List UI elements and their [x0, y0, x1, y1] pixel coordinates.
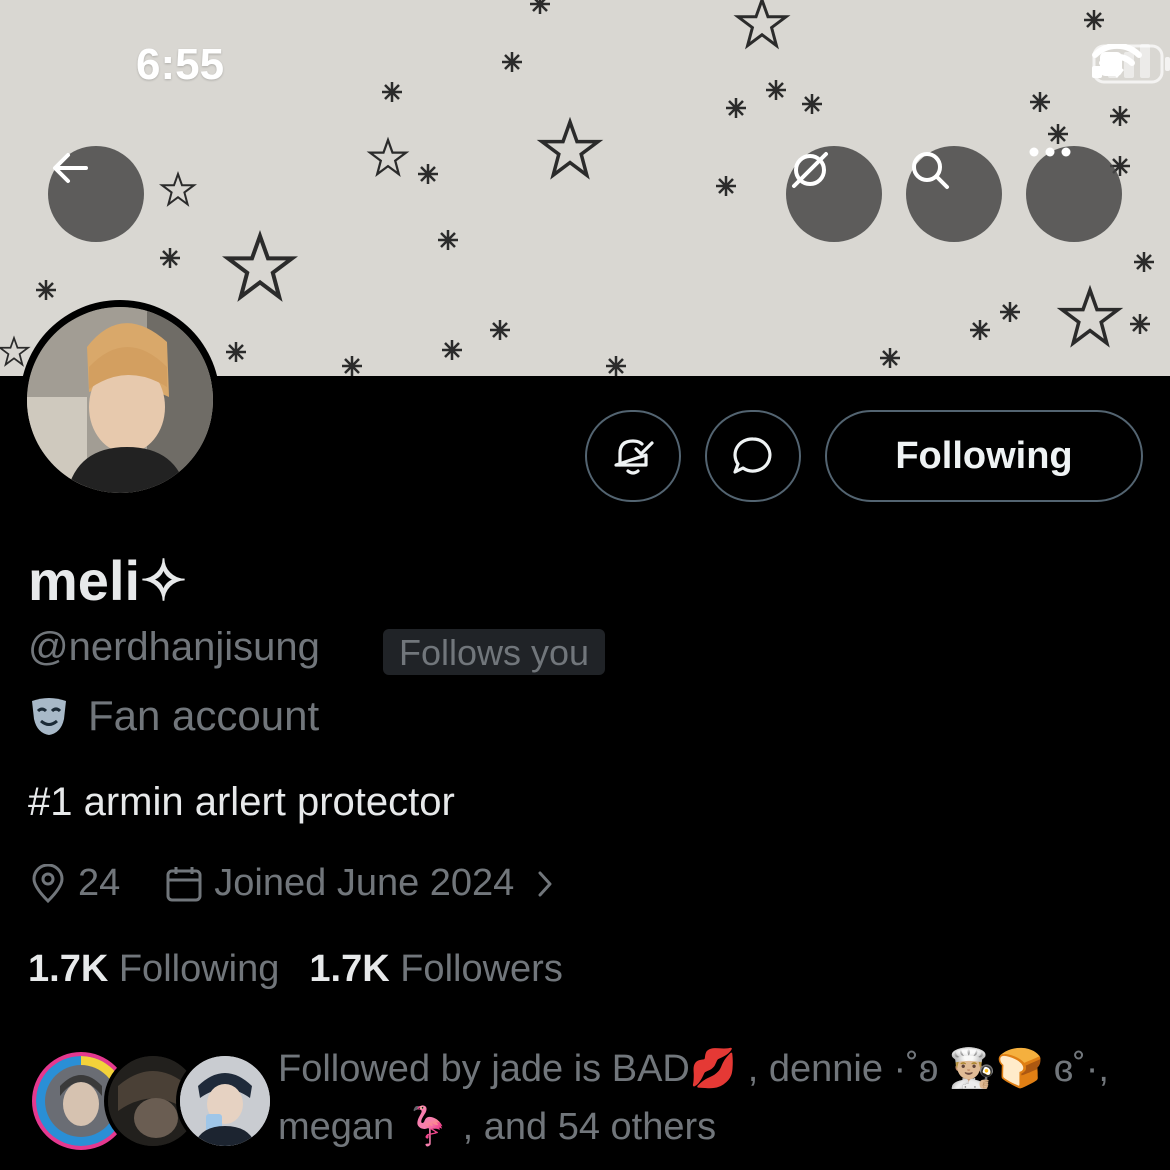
- following-label: Following: [118, 948, 280, 990]
- profile-category: Fan account: [28, 692, 319, 740]
- location-item: 24: [28, 862, 120, 905]
- avatar-photo: [27, 307, 213, 493]
- bell-check-icon: [614, 439, 654, 475]
- location-pin-icon: [32, 863, 64, 903]
- profile-handle: @nerdhanjisung: [28, 625, 320, 669]
- following-count-link[interactable]: 1.7K Following: [28, 948, 279, 991]
- followed-by-avatars[interactable]: [32, 1052, 274, 1150]
- followers-label: Followers: [400, 948, 563, 990]
- status-bar-time: 6:55: [136, 40, 225, 89]
- back-arrow-icon: [53, 153, 88, 183]
- follower-avatar-3: [176, 1052, 274, 1150]
- profile-meta: 24 Joined June 2024: [28, 862, 558, 905]
- notifications-button[interactable]: [585, 410, 681, 502]
- search-icon: [912, 152, 949, 189]
- grok-icon: [792, 152, 828, 188]
- location-text: 24: [78, 862, 121, 904]
- more-button[interactable]: [1026, 146, 1122, 242]
- back-button[interactable]: [48, 146, 144, 242]
- followed-by-line-1: Followed by jade is BAD💋 , dennie ·˚ʚ 👨🏼…: [278, 1048, 1109, 1090]
- chevron-right-icon: [538, 871, 552, 896]
- search-button[interactable]: [906, 146, 1002, 242]
- joined-text: Joined June 2024: [214, 862, 515, 904]
- theater-mask-icon: [32, 698, 66, 735]
- grok-button[interactable]: [786, 146, 882, 242]
- profile-bio: #1 armin arlert protector: [28, 780, 455, 824]
- more-icon: [1029, 147, 1071, 157]
- follows-you-badge: Follows you: [383, 629, 606, 675]
- followers-count-link[interactable]: 1.7K Followers: [309, 948, 562, 991]
- message-button[interactable]: [705, 410, 801, 502]
- battery-icon: [1092, 44, 1170, 84]
- followed-by-line-2: megan 🦩 , and 54 others: [278, 1106, 717, 1148]
- followed-by-text[interactable]: Followed by jade is BAD💋 , dennie ·˚ʚ 👨🏼…: [278, 1040, 1158, 1156]
- following-button[interactable]: Following: [825, 410, 1143, 502]
- following-count: 1.7K: [28, 948, 109, 990]
- joined-date-item[interactable]: Joined June 2024: [164, 862, 558, 905]
- category-label: Fan account: [88, 692, 320, 739]
- display-name: meli✧: [28, 549, 187, 612]
- profile-avatar[interactable]: [20, 300, 220, 500]
- calendar-icon: [166, 866, 202, 901]
- followers-count: 1.7K: [309, 948, 390, 990]
- follow-counts: 1.7K Following 1.7K Followers: [28, 948, 563, 991]
- chat-bubble-icon: [733, 437, 772, 474]
